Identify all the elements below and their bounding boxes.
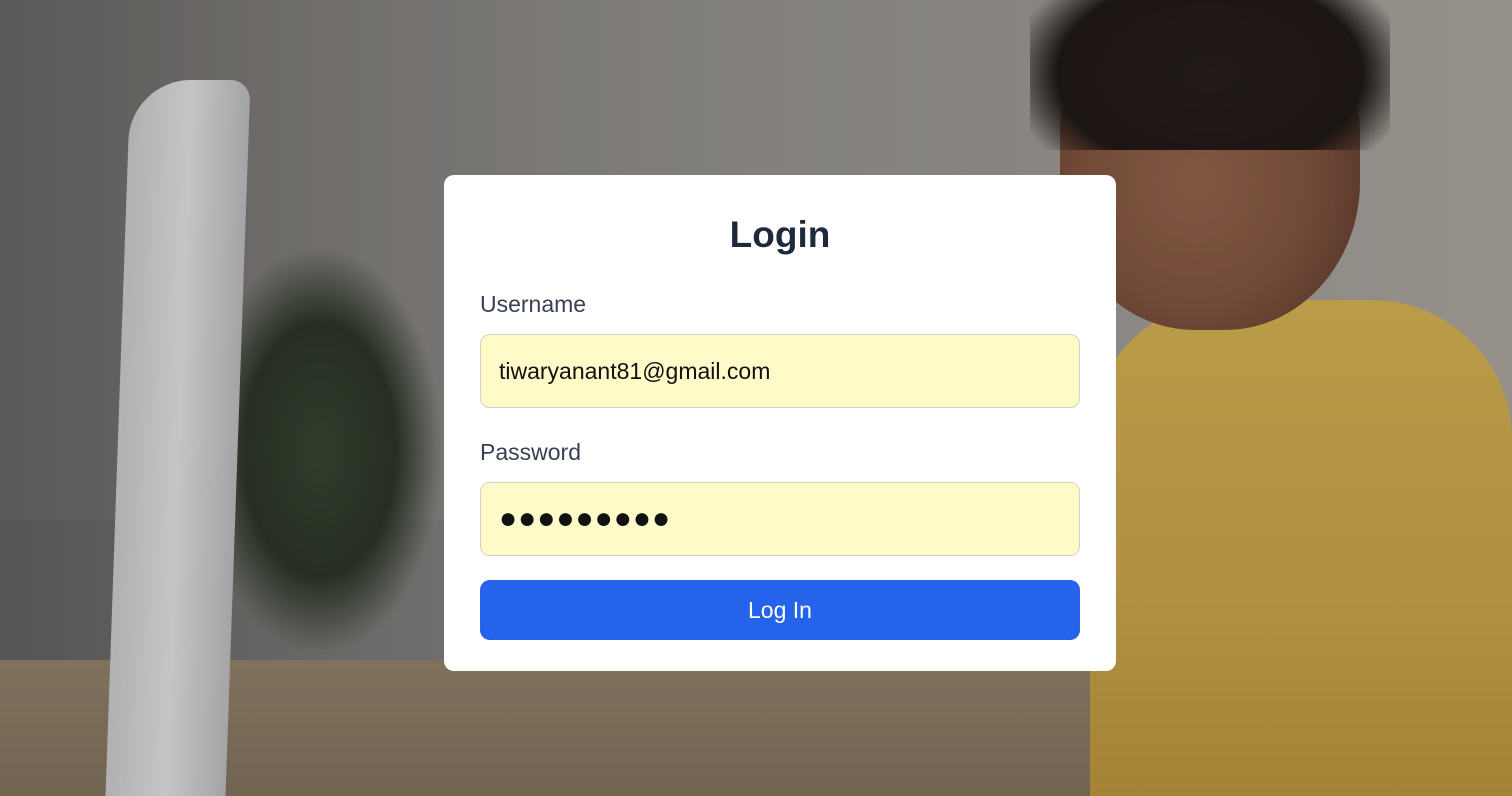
login-card: Login Username Password Log In [444,175,1116,671]
password-label: Password [480,439,581,465]
username-input[interactable] [480,334,1080,408]
login-title: Login [729,214,831,255]
login-button[interactable]: Log In [480,580,1080,640]
password-input[interactable] [480,482,1080,556]
username-label: Username [480,291,587,317]
